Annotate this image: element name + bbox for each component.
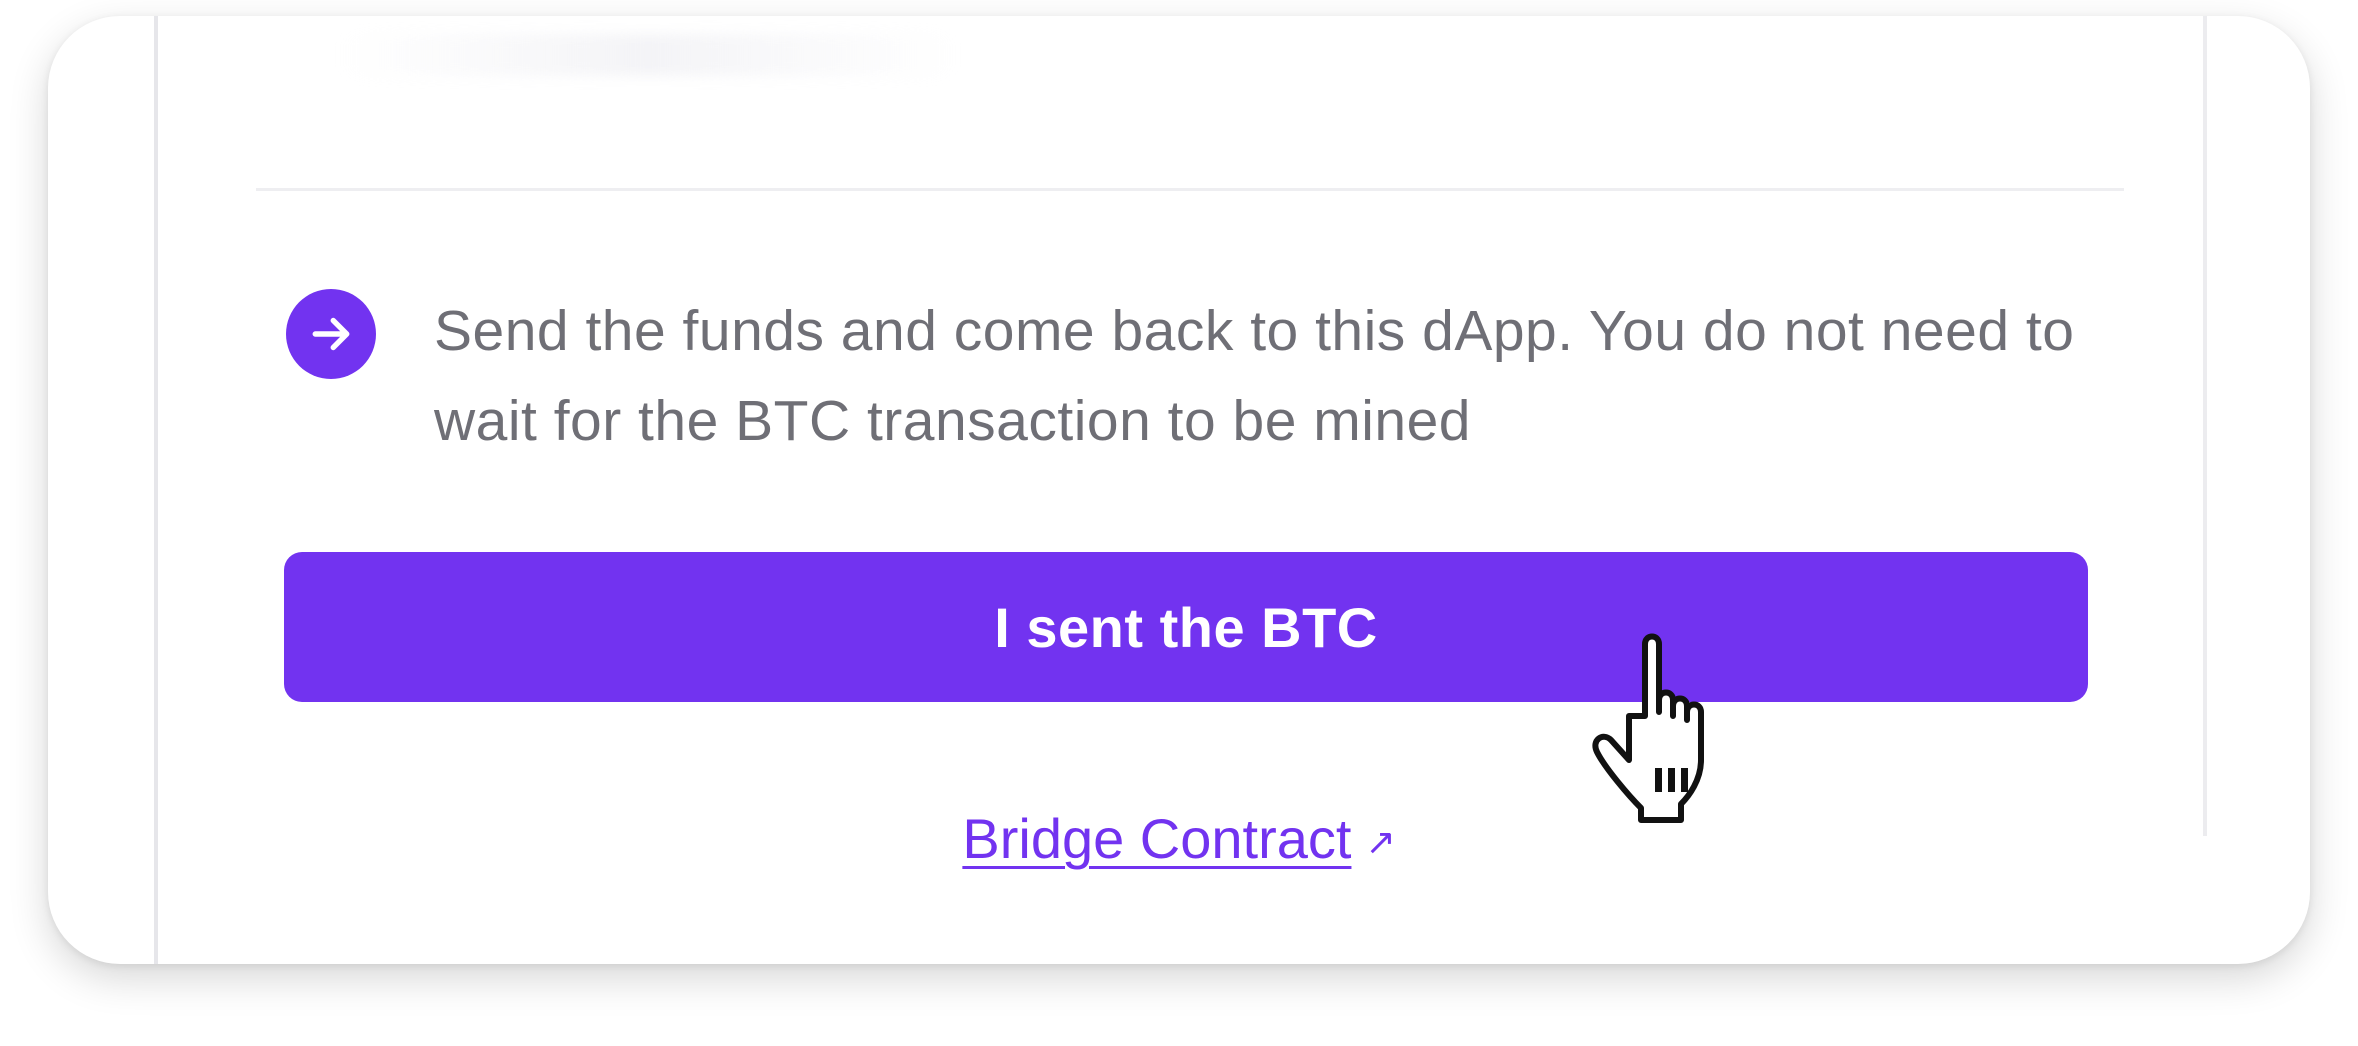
stage: Send the funds and come back to this dAp…	[0, 0, 2358, 1046]
bridge-contract-link[interactable]: Bridge Contract	[962, 806, 1351, 871]
screenshot-card: Send the funds and come back to this dAp…	[48, 16, 2310, 964]
panel-right-border	[2203, 16, 2207, 836]
section-divider	[256, 188, 2124, 191]
bridge-contract-link-row: Bridge Contract ↗	[48, 806, 2310, 871]
step-instruction-text: Send the funds and come back to this dAp…	[434, 299, 2075, 453]
i-sent-the-btc-button[interactable]: I sent the BTC	[284, 552, 2088, 702]
hand-pointer-cursor-icon	[1592, 633, 1704, 823]
faded-previous-content	[338, 34, 958, 76]
external-link-icon[interactable]: ↗	[1365, 821, 1395, 863]
arrow-right-icon	[286, 289, 376, 379]
